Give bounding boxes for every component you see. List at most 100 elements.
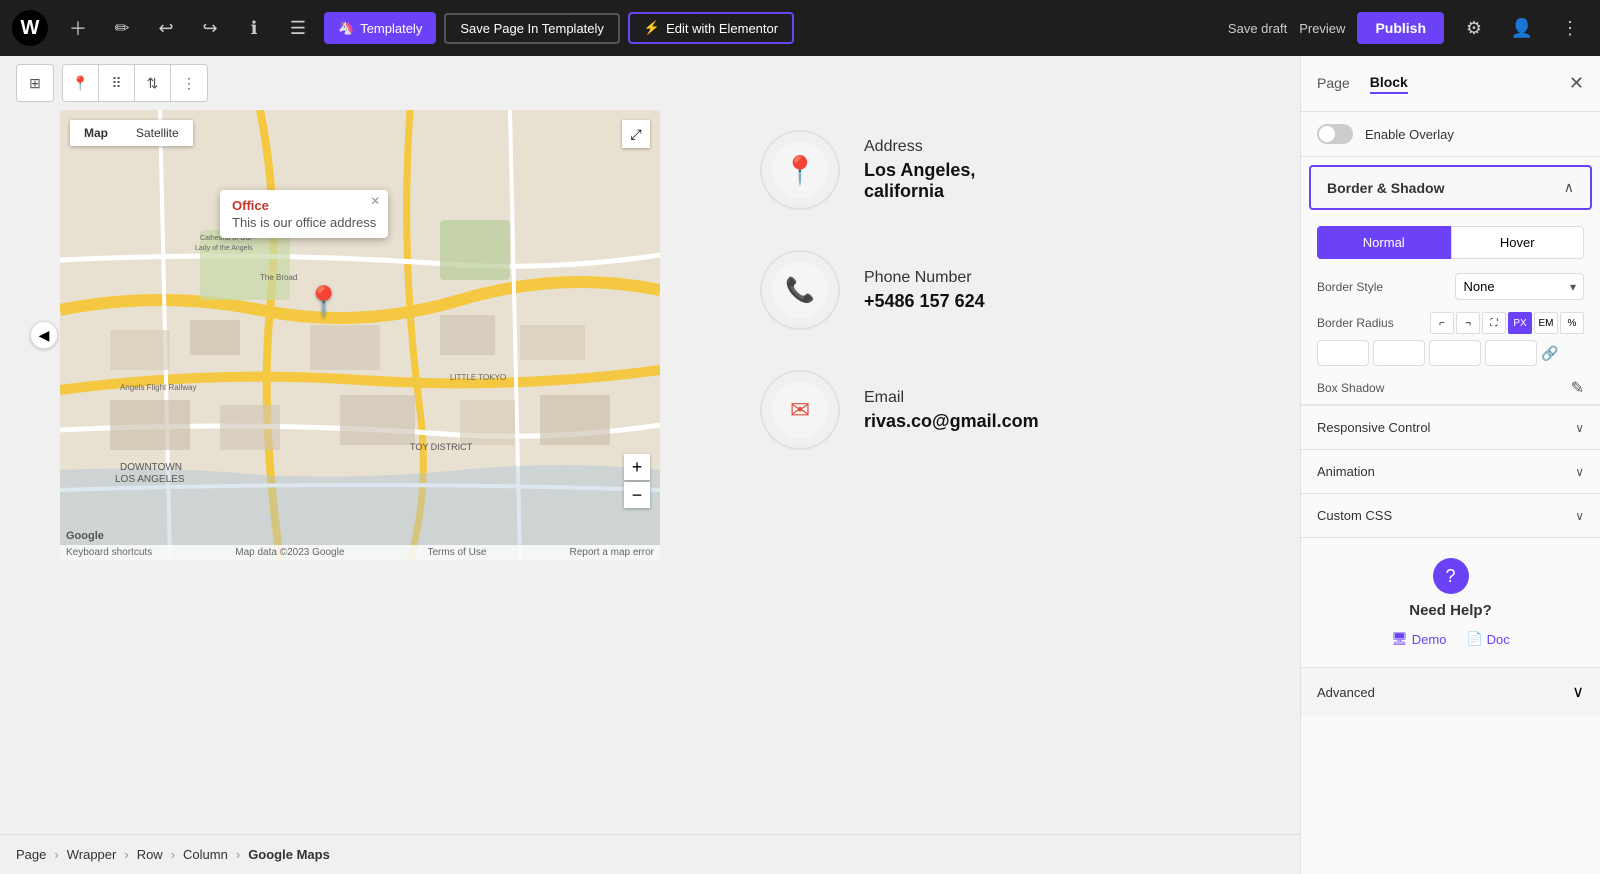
edit-elementor-button[interactable]: ⚡ Edit with Elementor — [628, 12, 794, 44]
map-zoom-out-button[interactable]: − — [624, 482, 650, 508]
undo-button[interactable]: ↩ — [148, 10, 184, 46]
map-pin: 📍 — [305, 285, 342, 320]
google-logo: Google — [66, 530, 104, 542]
br-unit-em[interactable]: EM — [1534, 312, 1558, 334]
border-shadow-section-header[interactable]: Border & Shadow ∧ — [1309, 165, 1592, 210]
email-icon-circle: ✉ — [760, 370, 840, 450]
border-style-select[interactable]: None Solid Dashed Dotted Double — [1455, 273, 1585, 300]
br-input-topleft[interactable] — [1317, 340, 1369, 366]
custom-css-header: Custom CSS ∨ — [1301, 494, 1600, 537]
map-tab-satellite[interactable]: Satellite — [122, 120, 193, 146]
state-tab-normal[interactable]: Normal — [1317, 226, 1451, 259]
address-text: Address Los Angeles,california — [864, 138, 975, 202]
menu-button[interactable]: ☰ — [280, 10, 316, 46]
map-wrapper: ◀ — [60, 110, 660, 560]
box-shadow-edit-icon[interactable]: ✎ — [1571, 378, 1584, 398]
svg-text:TOY DISTRICT: TOY DISTRICT — [410, 442, 473, 452]
br-unit-icon-topleft[interactable]: ⌐ — [1430, 312, 1454, 334]
br-unit-icon-link[interactable]: ⛶ — [1482, 312, 1506, 334]
canvas-area: ⊞ 📍 ⠿ ⇅ ⋮ ◀ — [0, 56, 1300, 874]
templately-icon: 🦄 — [338, 20, 354, 36]
map-tabs: Map Satellite — [70, 120, 193, 146]
breadcrumb-row[interactable]: Row — [137, 847, 163, 862]
advanced-chevron-icon: ∨ — [1572, 682, 1584, 702]
responsive-control-chevron-icon: ∨ — [1575, 421, 1584, 435]
br-input-topright[interactable] — [1373, 340, 1425, 366]
map-zoom-in-button[interactable]: + — [624, 454, 650, 480]
br-unit-px[interactable]: PX — [1508, 312, 1532, 334]
more-button[interactable]: ⋮ — [171, 65, 207, 101]
demo-link[interactable]: 🖥 Demo — [1391, 631, 1446, 647]
redo-button[interactable]: ↪ — [192, 10, 228, 46]
advanced-section[interactable]: Advanced ∨ — [1301, 667, 1600, 716]
toolbar-group-2: 📍 ⠿ ⇅ ⋮ — [62, 64, 208, 102]
tab-block[interactable]: Block — [1370, 74, 1408, 94]
page-content: ◀ — [0, 110, 1300, 834]
responsive-control-section[interactable]: Responsive Control ∨ — [1301, 405, 1600, 449]
user-avatar[interactable]: 👤 — [1504, 10, 1540, 46]
tab-page[interactable]: Page — [1317, 75, 1350, 93]
map-tab-map[interactable]: Map — [70, 120, 122, 146]
br-unit-percent[interactable]: % — [1560, 312, 1584, 334]
address-value: Los Angeles,california — [864, 160, 975, 202]
map-fullscreen-button[interactable]: ⤢ — [622, 120, 650, 148]
doc-link[interactable]: 📄 Doc — [1466, 631, 1509, 647]
location-button[interactable]: 📍 — [63, 65, 99, 101]
arrows-up-down-button[interactable]: ⇅ — [135, 65, 171, 101]
panel-close-button[interactable]: ✕ — [1569, 73, 1584, 94]
columns-layout-button[interactable]: ⊞ — [17, 65, 53, 101]
enable-overlay-toggle[interactable] — [1317, 124, 1353, 144]
toolbar-group-1: ⊞ — [16, 64, 54, 102]
box-shadow-row: Box Shadow ✎ — [1301, 372, 1600, 405]
br-unit-icon-topright[interactable]: ¬ — [1456, 312, 1480, 334]
svg-text:Angels Flight Railway: Angels Flight Railway — [120, 383, 196, 392]
border-radius-label-row: Border Radius ⌐ ¬ ⛶ PX EM % — [1317, 312, 1584, 334]
custom-css-title: Custom CSS — [1317, 508, 1575, 523]
help-icon: ? — [1433, 558, 1469, 594]
email-icon-inner: ✉ — [772, 382, 828, 438]
br-input-bottomleft[interactable] — [1485, 340, 1537, 366]
save-in-templately-button[interactable]: Save Page In Templately — [444, 13, 620, 44]
responsive-control-title: Responsive Control — [1317, 420, 1575, 435]
settings-button[interactable]: ⚙ — [1456, 10, 1492, 46]
more-options-button[interactable]: ⋮ — [1552, 10, 1588, 46]
breadcrumb-google-maps[interactable]: Google Maps — [248, 847, 330, 862]
custom-css-section[interactable]: Custom CSS ∨ — [1301, 493, 1600, 537]
publish-button[interactable]: Publish — [1357, 12, 1444, 44]
wp-logo-icon[interactable]: W — [12, 10, 48, 46]
state-tab-hover[interactable]: Hover — [1451, 226, 1585, 259]
breadcrumb-wrapper[interactable]: Wrapper — [67, 847, 117, 862]
nav-arrow-left[interactable]: ◀ — [30, 321, 58, 349]
svg-text:LITTLE TOKYO: LITTLE TOKYO — [450, 373, 506, 382]
edit-icon[interactable]: ✏ — [104, 10, 140, 46]
map-popup-text: This is our office address — [232, 215, 376, 230]
contact-item-phone: 📞 Phone Number +5486 157 624 — [760, 250, 1240, 330]
responsive-control-header: Responsive Control ∨ — [1301, 406, 1600, 449]
map-popup-title: Office — [232, 198, 376, 213]
contact-info: 📍 Address Los Angeles,california 📞 Phone… — [700, 110, 1240, 450]
border-style-label: Border Style — [1317, 280, 1447, 294]
breadcrumb-column[interactable]: Column — [183, 847, 228, 862]
breadcrumb-sep-3: › — [171, 847, 175, 862]
advanced-title: Advanced — [1317, 685, 1572, 700]
templately-button[interactable]: 🦄 Templately — [324, 12, 436, 44]
breadcrumb-sep-1: › — [54, 847, 58, 862]
email-text: Email rivas.co@gmail.com — [864, 389, 1039, 432]
preview-button[interactable]: Preview — [1299, 21, 1345, 36]
map-container[interactable]: DOWNTOWN LOS ANGELES TOY DISTRICT Angels… — [60, 110, 660, 560]
animation-section[interactable]: Animation ∨ — [1301, 449, 1600, 493]
save-draft-button[interactable]: Save draft — [1228, 21, 1287, 36]
map-popup-close[interactable]: ✕ — [370, 194, 380, 208]
grid-button[interactable]: ⠿ — [99, 65, 135, 101]
demo-icon: 🖥 — [1391, 631, 1408, 647]
phone-value: +5486 157 624 — [864, 291, 985, 312]
info-button[interactable]: ℹ — [236, 10, 272, 46]
br-link-icon[interactable]: 🔗 — [1541, 345, 1558, 362]
br-input-bottomright[interactable] — [1429, 340, 1481, 366]
main-area: ⊞ 📍 ⠿ ⇅ ⋮ ◀ — [0, 56, 1600, 874]
svg-text:LOS ANGELES: LOS ANGELES — [115, 474, 185, 485]
border-radius-unit-buttons: ⌐ ¬ ⛶ PX EM % — [1430, 312, 1584, 334]
breadcrumb-page[interactable]: Page — [16, 847, 46, 862]
email-value: rivas.co@gmail.com — [864, 411, 1039, 432]
add-button[interactable]: ＋ — [60, 10, 96, 46]
